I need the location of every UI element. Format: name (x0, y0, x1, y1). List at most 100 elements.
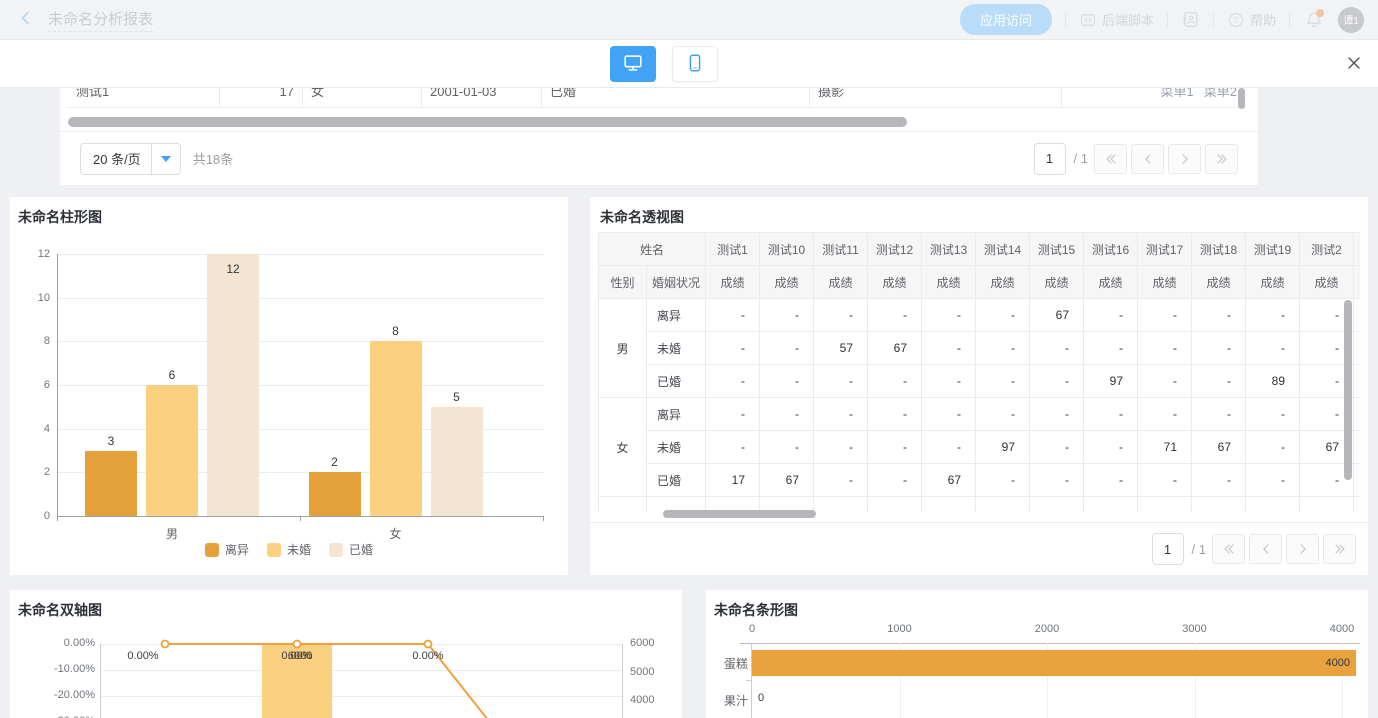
pivot-value-cell: - (1246, 431, 1300, 464)
row-action-link[interactable]: 菜单2 (1204, 88, 1237, 99)
pivot-measure-header: 成绩 (1138, 266, 1192, 299)
app-access-button[interactable]: 应用访问 (960, 4, 1052, 35)
pivot-value-cell: - (1030, 431, 1084, 464)
pivot-value-cell: - (1138, 332, 1192, 365)
table-cell: 测试1 (68, 88, 220, 107)
line-point-marker (425, 641, 432, 648)
pivot-row-header: 性别 (599, 266, 647, 299)
first-page-button[interactable] (1094, 144, 1127, 174)
close-preview-button[interactable] (1342, 52, 1366, 76)
pivot-measure-header: 成绩 (814, 266, 868, 299)
chevron-left-icon (1259, 542, 1273, 556)
pivot-measure-header: 成绩 (868, 266, 922, 299)
legend-swatch (205, 543, 219, 557)
page-total: / 1 (1074, 151, 1088, 166)
pivot-value-cell: - (868, 398, 922, 431)
pivot-page-number-input[interactable]: 1 (1152, 533, 1184, 565)
pivot-value-cell: - (760, 332, 814, 365)
double-chevron-right-icon (1215, 152, 1229, 166)
grid-line (57, 341, 543, 342)
prev-page-button[interactable] (1249, 534, 1282, 564)
page-number-input[interactable]: 1 (1034, 143, 1066, 175)
vertical-scrollbar[interactable] (1238, 88, 1245, 109)
pivot-value-cell: - (1138, 365, 1192, 398)
pivot-value-cell: - (922, 398, 976, 431)
pivot-value-cell: - (760, 398, 814, 431)
legend-item[interactable]: 离异 (205, 541, 249, 558)
chart-bar (431, 407, 483, 516)
double-chevron-left-icon (1104, 152, 1118, 166)
contact-book-button[interactable] (1181, 10, 1200, 29)
pivot-value-cell: - (868, 464, 922, 497)
back-button[interactable] (14, 8, 38, 32)
panel-data-table: 测试117女2001-01-03已婚摄影菜单1菜单2 20 条/页 共18条 1… (60, 88, 1258, 185)
help-button[interactable]: ? 帮助 (1227, 10, 1276, 29)
pivot-empty-cell (1084, 497, 1138, 513)
pivot-empty-cell (1192, 497, 1246, 513)
pivot-value-cell: - (1084, 464, 1138, 497)
chevron-right-icon (1296, 542, 1310, 556)
page-size-select[interactable]: 20 条/页 (80, 143, 181, 175)
pivot-status-cell: 未婚 (647, 431, 706, 464)
notification-bell-button[interactable] (1303, 9, 1325, 31)
bar-value-label: 2 (331, 455, 338, 469)
pivot-row: 未婚--5767-------- (599, 332, 1361, 365)
next-page-button[interactable] (1286, 534, 1319, 564)
pivot-value-cell: - (814, 299, 868, 332)
pivot-value-cell-partial (1354, 431, 1360, 464)
pivot-column-header: 测试10 (760, 233, 814, 266)
pivot-status-cell: 离异 (647, 299, 706, 332)
legend-label: 未婚 (287, 541, 311, 558)
pivot-empty-cell (1030, 497, 1084, 513)
x-axis-tick (543, 516, 544, 521)
last-page-button[interactable] (1323, 534, 1356, 564)
app-header: 未命名分析报表 应用访问 后端脚本 ? 帮助 (0, 0, 1378, 40)
dual-axis-plot: 0.00%-10.00%-20.00%-30.00%6000500040000.… (10, 590, 682, 718)
desktop-view-toggle[interactable] (610, 46, 656, 82)
line-point-marker (162, 641, 169, 648)
pivot-value-cell: - (814, 398, 868, 431)
pivot-title: 未命名透视图 (600, 207, 684, 227)
backend-script-button[interactable]: 后端脚本 (1079, 10, 1154, 29)
avatar[interactable]: 谭1 (1338, 7, 1364, 33)
first-page-button[interactable] (1212, 534, 1245, 564)
pivot-empty-cell (814, 497, 868, 513)
dashboard-content: 测试117女2001-01-03已婚摄影菜单1菜单2 20 条/页 共18条 1… (0, 88, 1378, 718)
pivot-value-cell-partial (1354, 464, 1360, 497)
next-page-button[interactable] (1168, 144, 1201, 174)
prev-page-button[interactable] (1131, 144, 1164, 174)
last-page-button[interactable] (1205, 144, 1238, 174)
pivot-vertical-scrollbar[interactable] (1344, 300, 1352, 480)
horizontal-scrollbar[interactable] (68, 117, 907, 127)
pivot-horizontal-scrollbar[interactable] (663, 510, 816, 518)
pivot-empty-cell (976, 497, 1030, 513)
point-label: 0.00% (412, 650, 443, 662)
chevron-left-icon (1141, 152, 1155, 166)
report-title: 未命名分析报表 (48, 8, 153, 32)
pivot-measure-header: 成绩 (760, 266, 814, 299)
y-axis-tick (746, 680, 751, 681)
x-axis-tick-label: 4000 (1322, 623, 1362, 635)
pivot-value-cell: - (706, 332, 760, 365)
table-cell: 17 (220, 88, 303, 107)
pivot-measure-header: 成绩 (1084, 266, 1138, 299)
chevron-down-icon (161, 156, 171, 162)
mobile-view-toggle[interactable] (672, 46, 718, 82)
pivot-value-cell: - (1192, 299, 1246, 332)
pivot-column-header: 测试12 (868, 233, 922, 266)
legend-swatch (329, 543, 343, 557)
pivot-column-header: 测试17 (1138, 233, 1192, 266)
pivot-value-cell: - (814, 365, 868, 398)
close-icon (1344, 53, 1364, 76)
pivot-status-cell: 离异 (647, 398, 706, 431)
pivot-value-cell: - (922, 431, 976, 464)
legend-item[interactable]: 未婚 (267, 541, 311, 558)
y-axis-tick-label: 0 (20, 510, 50, 522)
bar-value-label: 6 (169, 368, 176, 382)
y-axis-tick-label: 12 (20, 248, 50, 260)
row-action-link[interactable]: 菜单1 (1161, 88, 1194, 99)
legend-item[interactable]: 已婚 (329, 541, 373, 558)
panel-column-chart: 未命名柱形图 0246810123612男285女离异未婚已婚 (10, 197, 568, 575)
pivot-value-cell: - (1084, 398, 1138, 431)
pivot-empty-cell (922, 497, 976, 513)
